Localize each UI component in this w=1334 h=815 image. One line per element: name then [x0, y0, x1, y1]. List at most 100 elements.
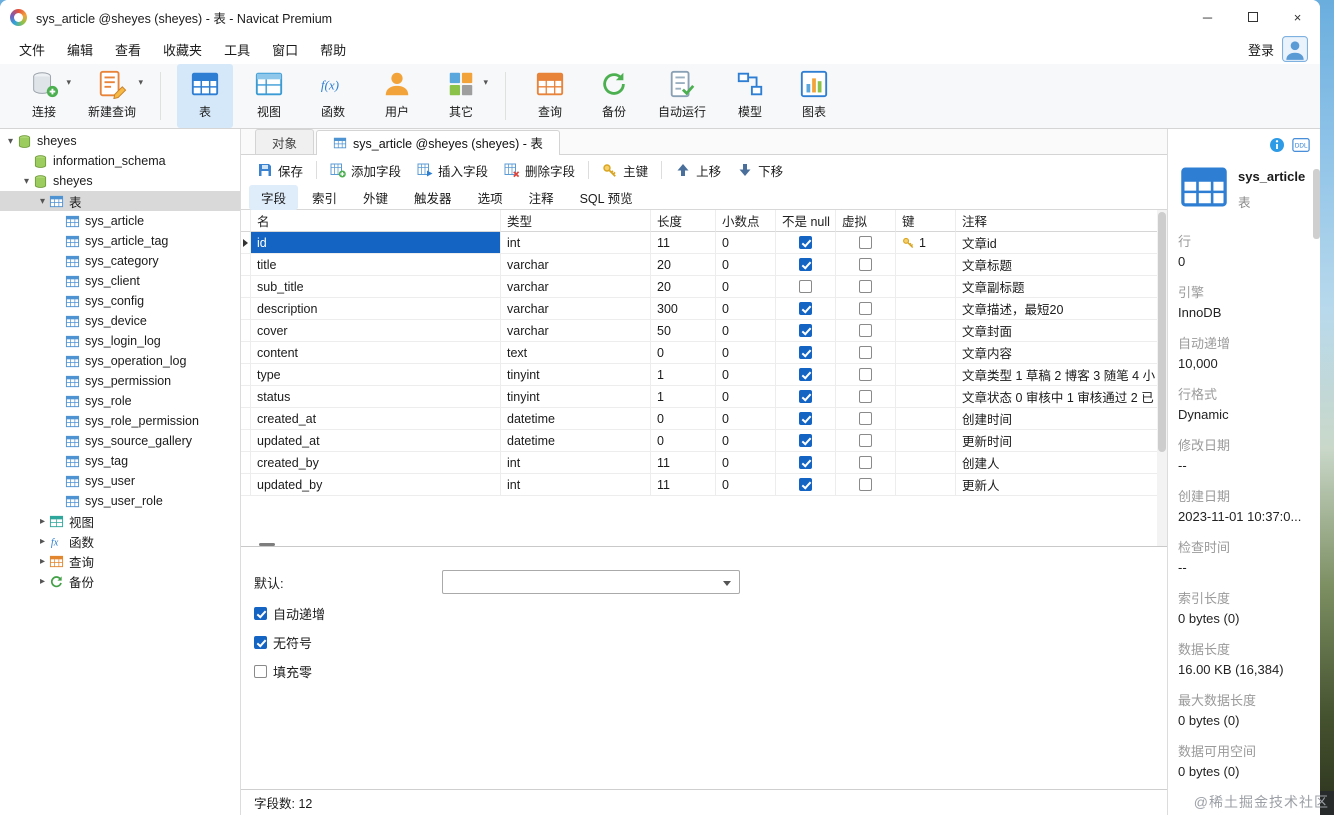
field-notnull-cell[interactable]	[776, 320, 836, 342]
field-name-cell[interactable]: sub_title	[251, 276, 501, 298]
notnull-checkbox[interactable]	[799, 434, 812, 447]
field-type-cell[interactable]: int	[501, 232, 651, 254]
toolbar-button-view[interactable]: 视图	[241, 64, 297, 128]
option-checkbox-2[interactable]	[254, 665, 267, 678]
field-decimal-cell[interactable]: 0	[716, 298, 776, 320]
tree-item-node-20[interactable]: ▸ fx 函数	[0, 531, 240, 551]
subtab-0[interactable]: 字段	[249, 184, 299, 210]
scrollbar-thumb[interactable]	[1158, 212, 1166, 452]
login-button[interactable]: 登录	[1248, 40, 1274, 59]
field-type-cell[interactable]: varchar	[501, 276, 651, 298]
field-row-type[interactable]: type tinyint 1 0 文章类型 1 草稿 2 博客 3 随笔 4 小	[241, 364, 1167, 386]
tree-item-node-21[interactable]: ▸ 查询	[0, 551, 240, 571]
tree-expand-icon[interactable]: ▾	[36, 196, 49, 207]
field-name-cell[interactable]: updated_at	[251, 430, 501, 452]
field-length-cell[interactable]: 11	[651, 452, 716, 474]
column-header-7[interactable]: 注释	[956, 210, 1167, 232]
field-row-updated-at[interactable]: updated_at datetime 0 0 更新时间	[241, 430, 1167, 452]
field-virtual-cell[interactable]	[836, 408, 896, 430]
chevron-down-icon[interactable]: ▾	[138, 77, 143, 88]
field-decimal-cell[interactable]: 0	[716, 474, 776, 496]
field-key-cell[interactable]	[896, 342, 956, 364]
notnull-checkbox[interactable]	[799, 258, 812, 271]
save-button[interactable]: 保存	[249, 158, 311, 183]
field-type-cell[interactable]: tinyint	[501, 386, 651, 408]
field-length-cell[interactable]: 0	[651, 430, 716, 452]
virtual-checkbox[interactable]	[859, 302, 872, 315]
field-key-cell[interactable]	[896, 408, 956, 430]
field-name-cell[interactable]: created_by	[251, 452, 501, 474]
field-virtual-cell[interactable]	[836, 474, 896, 496]
field-decimal-cell[interactable]: 0	[716, 320, 776, 342]
field-key-cell[interactable]	[896, 364, 956, 386]
tree-item-sys-tag[interactable]: sys_tag	[0, 451, 240, 471]
field-virtual-cell[interactable]	[836, 386, 896, 408]
tree-expand-icon[interactable]: ▸	[36, 516, 49, 527]
field-type-cell[interactable]: varchar	[501, 320, 651, 342]
field-key-cell[interactable]	[896, 276, 956, 298]
tree-expand-icon[interactable]: ▾	[20, 176, 33, 187]
field-decimal-cell[interactable]: 0	[716, 232, 776, 254]
tree-expand-icon[interactable]: ▸	[36, 536, 49, 547]
primary-key-button[interactable]: 主键	[594, 158, 656, 183]
field-key-cell[interactable]	[896, 474, 956, 496]
tree-item-sys-client[interactable]: sys_client	[0, 271, 240, 291]
info-icon[interactable]	[1268, 137, 1286, 153]
field-name-cell[interactable]: updated_by	[251, 474, 501, 496]
option-checkbox-0[interactable]	[254, 607, 267, 620]
notnull-checkbox[interactable]	[799, 280, 812, 293]
notnull-checkbox[interactable]	[799, 368, 812, 381]
field-comment-cell[interactable]: 创建人	[956, 452, 1167, 474]
virtual-checkbox[interactable]	[859, 346, 872, 359]
field-name-cell[interactable]: cover	[251, 320, 501, 342]
subtab-3[interactable]: 触发器	[402, 185, 464, 210]
field-comment-cell[interactable]: 文章内容	[956, 342, 1167, 364]
toolbar-button-chart[interactable]: 图表	[786, 64, 842, 128]
field-virtual-cell[interactable]	[836, 452, 896, 474]
field-comment-cell[interactable]: 创建时间	[956, 408, 1167, 430]
field-type-cell[interactable]: varchar	[501, 298, 651, 320]
field-name-cell[interactable]: title	[251, 254, 501, 276]
column-header-5[interactable]: 虚拟	[836, 210, 896, 232]
field-row-content[interactable]: content text 0 0 文章内容	[241, 342, 1167, 364]
field-length-cell[interactable]: 20	[651, 276, 716, 298]
field-comment-cell[interactable]: 更新人	[956, 474, 1167, 496]
field-type-cell[interactable]: datetime	[501, 408, 651, 430]
tab-objects[interactable]: 对象	[255, 129, 315, 154]
notnull-checkbox[interactable]	[799, 478, 812, 491]
field-virtual-cell[interactable]	[836, 254, 896, 276]
field-length-cell[interactable]: 50	[651, 320, 716, 342]
field-name-cell[interactable]: content	[251, 342, 501, 364]
tree-item-sys-user[interactable]: sys_user	[0, 471, 240, 491]
field-type-cell[interactable]: datetime	[501, 430, 651, 452]
field-length-cell[interactable]: 0	[651, 342, 716, 364]
field-row-id[interactable]: id int 11 0 1 文章id	[241, 232, 1167, 254]
delete-field-button[interactable]: 删除字段	[496, 158, 583, 183]
menu-item-0[interactable]: 文件	[8, 36, 56, 63]
field-comment-cell[interactable]: 文章类型 1 草稿 2 博客 3 随笔 4 小	[956, 364, 1167, 386]
field-comment-cell[interactable]: 文章id	[956, 232, 1167, 254]
field-row-description[interactable]: description varchar 300 0 文章描述，最短20	[241, 298, 1167, 320]
field-row-status[interactable]: status tinyint 1 0 文章状态 0 审核中 1 审核通过 2 已	[241, 386, 1167, 408]
field-notnull-cell[interactable]	[776, 430, 836, 452]
minimize-button[interactable]: ─	[1185, 0, 1230, 34]
field-virtual-cell[interactable]	[836, 276, 896, 298]
toolbar-button-model[interactable]: 模型	[722, 64, 778, 128]
field-notnull-cell[interactable]	[776, 232, 836, 254]
field-row-title[interactable]: title varchar 20 0 文章标题	[241, 254, 1167, 276]
field-decimal-cell[interactable]: 0	[716, 276, 776, 298]
tree-item-sys-role[interactable]: sys_role	[0, 391, 240, 411]
subtab-1[interactable]: 索引	[300, 185, 349, 210]
field-comment-cell[interactable]: 文章封面	[956, 320, 1167, 342]
field-name-cell[interactable]: description	[251, 298, 501, 320]
add-field-button[interactable]: 添加字段	[322, 158, 409, 183]
field-key-cell[interactable]	[896, 386, 956, 408]
toolbar-button-table[interactable]: 表	[177, 64, 234, 128]
tree-item-sys-device[interactable]: sys_device	[0, 311, 240, 331]
field-decimal-cell[interactable]: 0	[716, 364, 776, 386]
subtab-4[interactable]: 选项	[466, 185, 515, 210]
field-notnull-cell[interactable]	[776, 364, 836, 386]
tree-item-sheyes[interactable]: ▾ sheyes	[0, 171, 240, 191]
field-row-created-at[interactable]: created_at datetime 0 0 创建时间	[241, 408, 1167, 430]
user-avatar[interactable]	[1282, 36, 1308, 62]
